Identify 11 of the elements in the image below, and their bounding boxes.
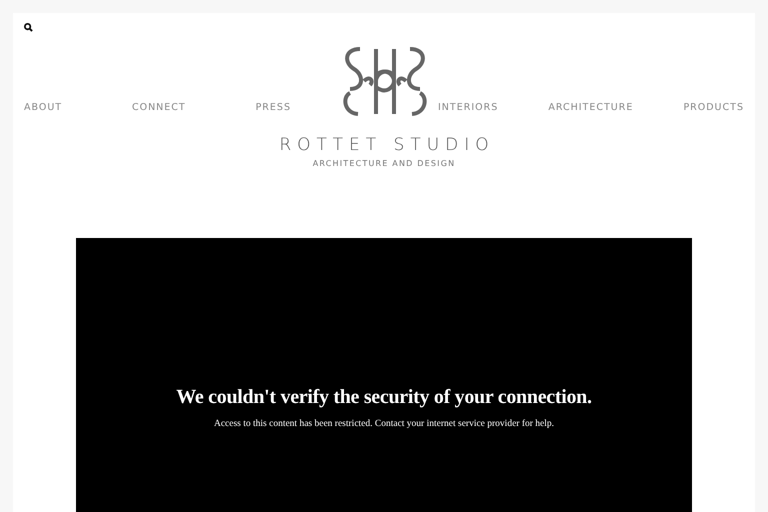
nav-link[interactable]: ARCHITECTURE	[548, 102, 634, 113]
nav-link[interactable]: INTERIORS	[438, 102, 498, 113]
nav-link[interactable]: ABOUT	[24, 102, 62, 113]
nav-link[interactable]: PRESS	[256, 102, 291, 113]
search-icon[interactable]	[24, 22, 33, 32]
notice-message: Access to this content has been restricted. Contact your internet service provider for help.	[214, 419, 554, 429]
notice-title: We couldn't verify the security of your connection.	[176, 386, 592, 409]
nav-link[interactable]: PRODUCTS	[683, 102, 744, 113]
nav-link[interactable]: CONNECT	[132, 102, 186, 113]
brand-name: ROTTET STUDIO	[279, 135, 495, 155]
brand-tagline: ARCHITECTURE AND DESIGN	[312, 159, 456, 168]
